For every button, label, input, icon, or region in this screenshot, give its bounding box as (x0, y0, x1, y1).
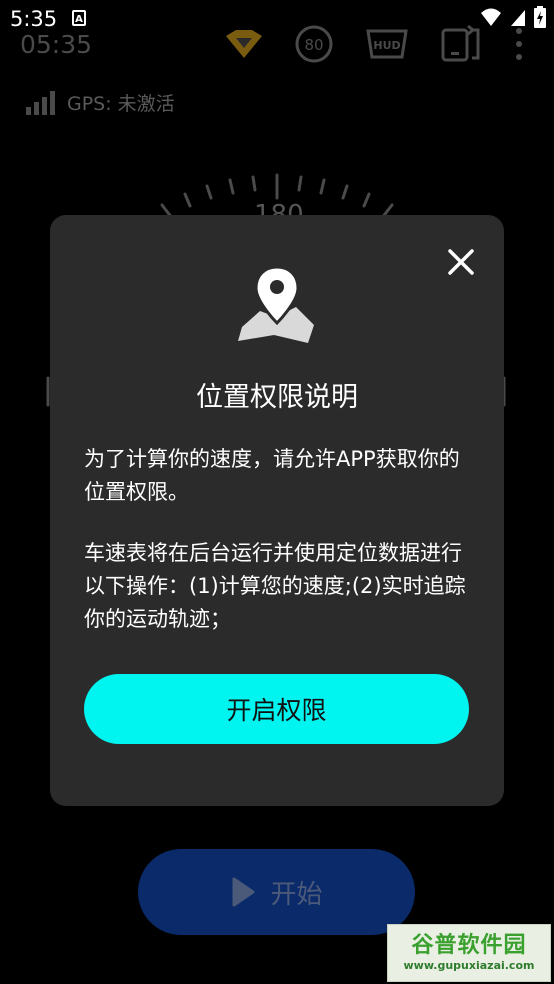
permission-reason-text: 为了计算你的速度，请允许APP获取你的 位置权限。 (84, 447, 460, 504)
signal-bars-icon (26, 90, 55, 115)
start-button[interactable]: 开始 (138, 849, 415, 935)
wifi-icon (481, 8, 501, 26)
background-usage-text: 车速表将在后台运行并使用定位数据进行 以下操作：(1)计算您的速度;(2)实时追… (84, 541, 466, 631)
play-icon (232, 877, 255, 907)
cell-signal-icon (511, 10, 525, 26)
gps-label: GPS: 未激活 (67, 93, 175, 115)
start-button-label: 开始 (270, 879, 323, 910)
close-icon[interactable] (444, 245, 478, 279)
battery-charging-icon (534, 6, 546, 28)
grant-permission-button[interactable]: 开启权限 (84, 674, 469, 744)
dialog-title: 位置权限说明 (196, 382, 358, 413)
status-bar: 5:35 A (0, 0, 554, 38)
speed-limit-value: 80 (304, 36, 323, 54)
watermark-title: 谷普软件园 (411, 933, 527, 958)
gps-status: GPS: 未激活 (26, 89, 175, 116)
watermark-logo: 谷普软件园 www.gupuxiazai.com (387, 924, 551, 982)
watermark-url: www.gupuxiazai.com (403, 959, 535, 972)
status-time: 5:35 (10, 7, 58, 31)
accessibility-icon: A (72, 10, 86, 26)
hud-label: HUD (373, 39, 400, 52)
location-map-icon (238, 265, 314, 343)
location-permission-dialog: 位置权限说明 为了计算你的速度，请允许APP获取你的 位置权限。 车速表将在后台… (50, 215, 504, 806)
